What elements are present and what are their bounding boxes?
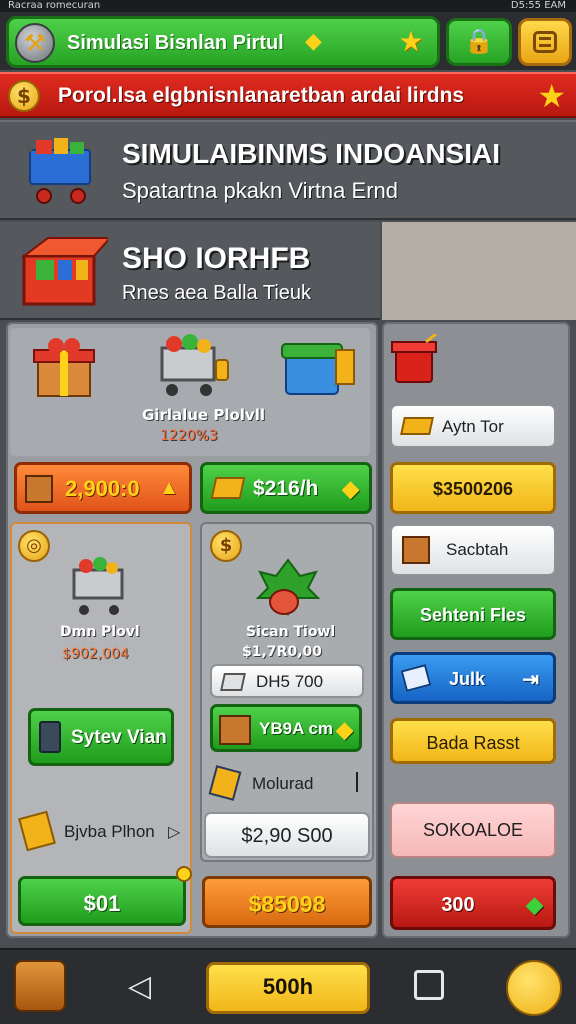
cart-icon[interactable]: [152, 334, 232, 400]
diamond-icon: ◆: [342, 476, 359, 501]
app-title: Simulasi Bisnlan Pirtul: [67, 32, 284, 54]
lock-icon: 🔒: [464, 27, 494, 55]
bottom-bar: ◁ 500h: [0, 948, 576, 1024]
buy-orange-label: 2,900:0: [65, 476, 140, 501]
card-a-buy-button[interactable]: $01: [18, 876, 186, 926]
card-a-name: Dmn Plovl: [60, 624, 140, 640]
side-green-label: Sehteni Fles: [419, 605, 527, 625]
status-time: D5:55 EAM: [510, 0, 566, 11]
card-b-badge-label: YB9A cm: [259, 719, 334, 738]
status-left-text: Racraa romecuran: [8, 0, 101, 11]
gold-bars-icon: [210, 477, 246, 499]
coin-icon: ◎: [18, 530, 50, 562]
side-item-1[interactable]: Aytn Tor: [390, 404, 556, 448]
bucket-icon: [391, 334, 437, 383]
buy-green-button[interactable]: $216/h ◆: [200, 462, 372, 514]
center-button[interactable]: 500h: [206, 962, 370, 1014]
store-header: SHO IORHFB Rnes aea Balla Tieuk: [0, 222, 380, 320]
phone-icon: [39, 721, 61, 753]
side-value-label: $3500206: [432, 479, 514, 499]
side-red-label: 300: [441, 894, 475, 916]
gift-box-icon: [21, 237, 108, 306]
card-b-name: Sican Tiowl: [246, 624, 336, 640]
tag-icon: [400, 664, 432, 692]
buy-green-label: $216/h: [253, 477, 319, 500]
store-side-panel: [382, 222, 576, 320]
ticket-icon: [220, 673, 246, 691]
top-bar: ⚒ Simulasi Bisnlan Pirtul ◆ ★ 🔒: [0, 12, 576, 70]
side-green-button[interactable]: Sehteni Fles: [390, 588, 556, 640]
side-value-button[interactable]: $3500206: [390, 462, 556, 514]
box-icon: [402, 536, 430, 564]
card-b-field-value: DH5 700: [256, 672, 324, 691]
menu-button[interactable]: [518, 18, 572, 66]
card-b-buy-button[interactable]: $85098: [202, 876, 372, 928]
emoji-face-icon[interactable]: [506, 960, 562, 1016]
lock-button[interactable]: 🔒: [446, 18, 512, 66]
crate-icon: [25, 475, 53, 503]
produce-crate-icon: [219, 715, 251, 745]
status-bar: Racraa romecuran D5:55 EAM: [0, 0, 576, 12]
side-blue-button[interactable]: Julk ⇥: [390, 652, 556, 704]
side-item-2[interactable]: Sacbtah: [390, 524, 556, 576]
hammer-icon[interactable]: ⚒: [15, 23, 55, 63]
wallet-icon[interactable]: [14, 960, 66, 1012]
diamond-icon: ◆: [305, 29, 322, 54]
dollar-coin-icon: $: [8, 80, 40, 112]
side-red-button[interactable]: 300 ◆: [390, 876, 556, 930]
play-icon[interactable]: ▷: [168, 822, 180, 841]
card-a-action-button[interactable]: Sytev Vian: [28, 708, 174, 766]
star-icon: ★: [537, 77, 566, 115]
cart-icon: [72, 557, 124, 615]
card-b-row-label: Molurad: [252, 774, 314, 793]
card-b-amount-input[interactable]: $2,90 S00: [204, 812, 370, 858]
card-b-price: $1,7R0,00: [242, 644, 322, 660]
notification-dot-icon: [176, 866, 192, 882]
menu-icon: [533, 31, 557, 53]
side-item-1-label: Aytn Tor: [442, 417, 504, 436]
hero-title: SIMULAIBINMS INDOANSIAI: [122, 138, 500, 169]
card-a-price: $902,004: [62, 646, 129, 662]
vegetable-icon: [255, 558, 321, 617]
buy-orange-button[interactable]: 2,900:0 ▲: [14, 462, 192, 514]
store-subtitle: Rnes aea Balla Tieuk: [122, 282, 312, 304]
side-yellow-button[interactable]: Bada Rasst: [390, 718, 556, 764]
card-a-row-label: Bjvba Plhon: [64, 822, 155, 841]
side-pink-button[interactable]: SOKOALOE: [390, 802, 556, 858]
card-b-badge-button[interactable]: YB9A cm ◆: [210, 704, 362, 752]
diamond-icon: ◆: [336, 717, 353, 742]
side-blue-label: Julk: [449, 669, 486, 689]
storage-bin-icon[interactable]: [280, 334, 360, 398]
center-button-label: 500h: [262, 974, 314, 999]
hero-subtitle: Spatartna pkakn Virtna Ernd: [122, 178, 398, 203]
card-a-buy-label: $01: [83, 891, 121, 916]
card-a-action-label: Sytev Vian: [71, 727, 167, 748]
arrow-right-icon: ⇥: [522, 669, 539, 691]
shopping-cart-icon: [24, 138, 91, 204]
news-ticker[interactable]: $ Porol.lsa elgbnisnlanaretban ardai lir…: [0, 72, 576, 118]
card-b-buy-label: $85098: [248, 891, 326, 917]
side-yellow-label: Bada Rasst: [426, 733, 520, 753]
product-name: Girlalue Plolvll: [142, 406, 265, 424]
ticker-text: Porol.lsa elgbnisnlanaretban ardai lirdn…: [58, 84, 465, 107]
hero-banner: SIMULAIBINMS INDOANSIAI Spatartna pkakn …: [0, 120, 576, 220]
gift-icon[interactable]: [30, 334, 102, 400]
side-pink-label: SOKOALOE: [422, 820, 524, 840]
green-gem-icon: ◆: [526, 892, 543, 917]
card-b-field[interactable]: DH5 700: [210, 664, 364, 698]
gold-bar-icon: [400, 417, 434, 435]
dollar-coin-icon: $: [210, 530, 242, 562]
share-icon[interactable]: [414, 970, 444, 1000]
text-cursor: [356, 772, 358, 792]
up-arrow-icon: ▲: [159, 477, 179, 499]
side-item-2-label: Sacbtah: [446, 540, 509, 559]
back-icon[interactable]: ◁: [128, 970, 151, 1004]
card-b-amount-value: $2,90 S00: [241, 825, 333, 847]
store-title: SHO IORHFB: [122, 242, 311, 275]
title-bar: ⚒ Simulasi Bisnlan Pirtul ◆ ★: [6, 16, 440, 68]
product-price: 1220%3: [160, 428, 218, 444]
star-icon[interactable]: ★: [395, 27, 427, 59]
